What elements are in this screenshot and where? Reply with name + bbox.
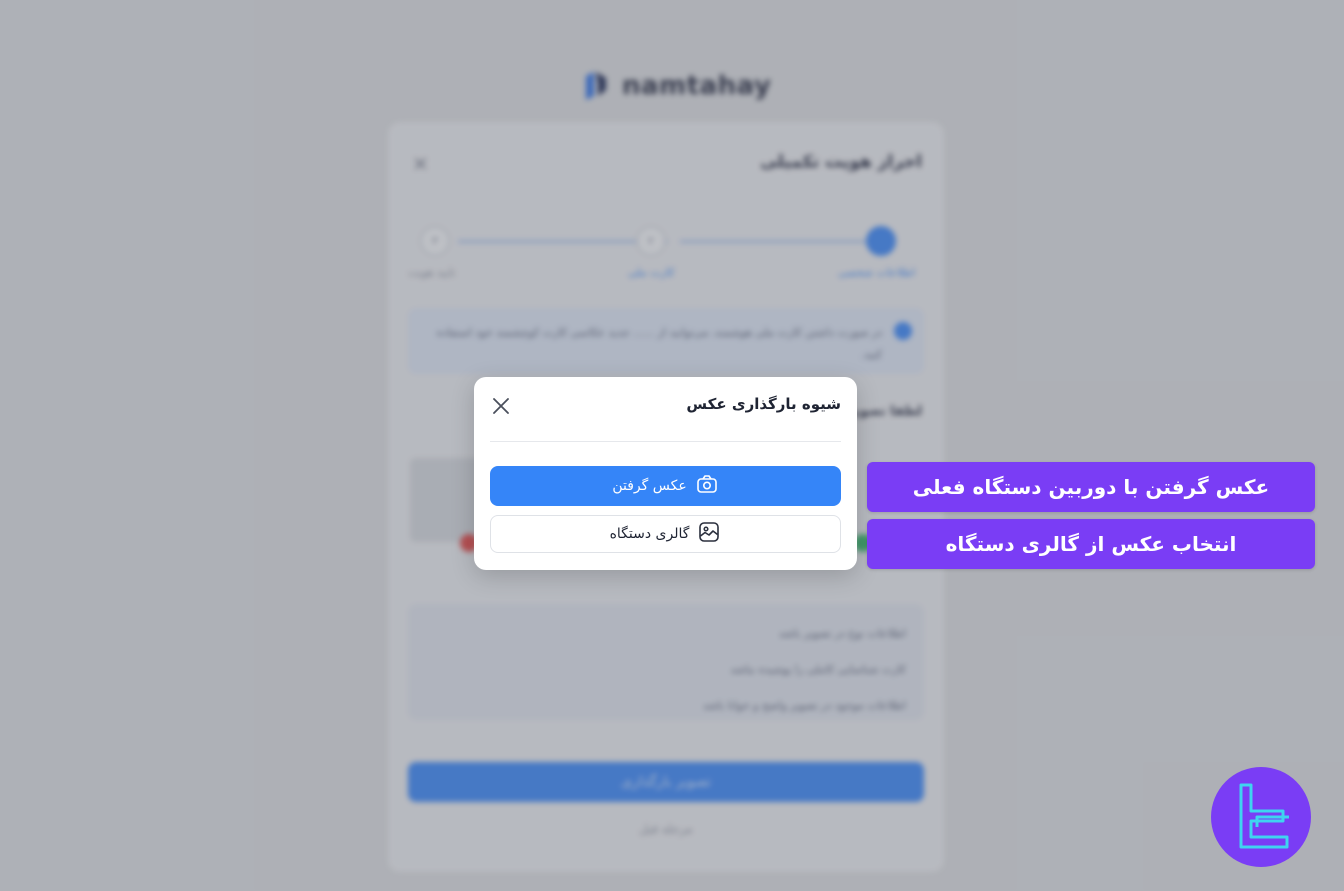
modal-divider [490,441,841,442]
modal-title: شیوه بارگذاری عکس [686,395,841,413]
upload-method-modal: شیوه بارگذاری عکس عکس گرفتن گالری دستگاه [474,377,857,570]
take-photo-button[interactable]: عکس گرفتن [490,466,841,506]
camera-icon [695,472,719,500]
device-gallery-label: گالری دستگاه [609,526,690,542]
camera-hint-callout: عکس گرفتن با دوربین دستگاه فعلی [867,462,1315,512]
close-icon[interactable] [490,395,512,417]
take-photo-label: عکس گرفتن [612,478,687,494]
device-gallery-button[interactable]: گالری دستگاه [490,515,841,553]
gallery-image-icon [697,520,721,548]
gallery-hint-callout: انتخاب عکس از گالری دستگاه [867,519,1315,569]
brand-logo-icon [1211,767,1311,867]
